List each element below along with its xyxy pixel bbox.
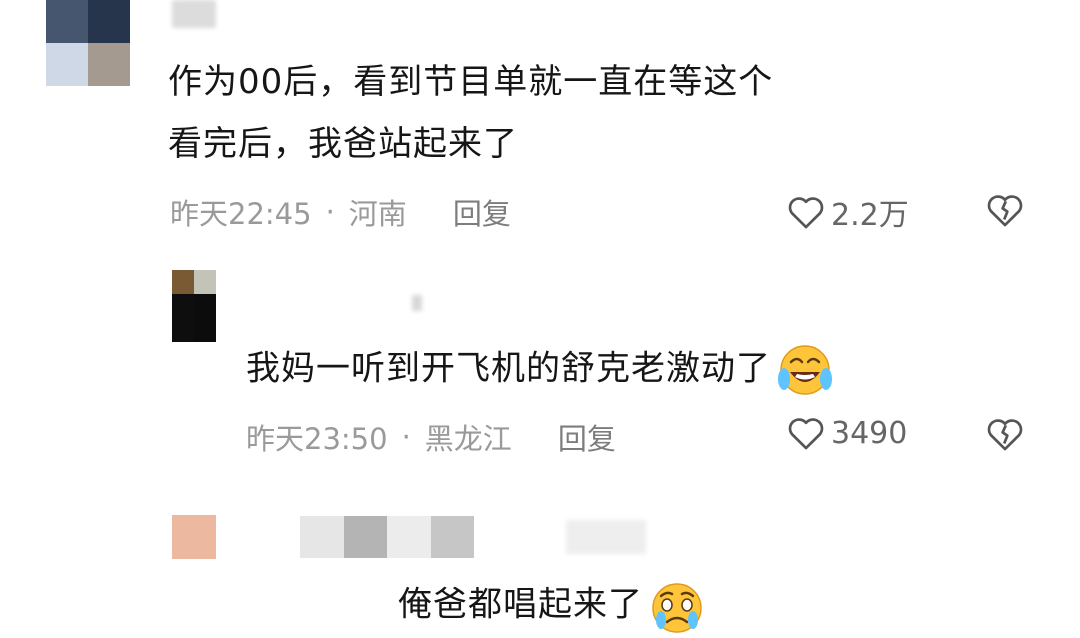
comment-time: 昨天23:50 — [246, 422, 388, 456]
dislike-button[interactable] — [986, 416, 1024, 456]
comment-text: 我妈一听到开飞机的舒克老激动了 — [246, 342, 835, 398]
heart-icon — [788, 197, 824, 229]
comment-time: 昨天22:45 — [170, 197, 312, 231]
reply-button[interactable]: 回复 — [453, 191, 511, 233]
avatar[interactable] — [172, 270, 216, 342]
separator: · — [325, 195, 335, 229]
username[interactable] — [412, 295, 422, 311]
heart-icon — [788, 418, 824, 450]
reply-button[interactable]: 回复 — [558, 416, 616, 458]
comment-text: 俺爸都唱起来了 — [398, 578, 707, 634]
comment-meta: 昨天22:45 · 河南 回复 — [170, 191, 511, 233]
like-count: 2.2万 — [831, 198, 909, 233]
separator: · — [401, 420, 411, 454]
like-count: 3490 — [831, 415, 908, 451]
comment-location: 黑龙江 — [424, 422, 512, 456]
comment-meta: 昨天23:50 · 黑龙江 回复 — [246, 416, 616, 458]
user-tag — [566, 520, 646, 554]
crying-emoji — [652, 583, 702, 633]
comment-text: 作为00后，看到节目单就一直在等这个 — [168, 62, 774, 102]
comment-text: 看完后，我爸站起来了 — [168, 124, 518, 164]
avatar[interactable] — [46, 0, 130, 86]
broken-heart-icon — [987, 195, 1023, 227]
laughing-crying-emoji — [778, 345, 832, 395]
like-button[interactable]: 2.2万 — [787, 190, 909, 234]
username[interactable] — [172, 0, 216, 28]
avatar[interactable] — [172, 515, 216, 559]
broken-heart-icon — [987, 419, 1023, 451]
like-button[interactable]: 3490 — [787, 415, 907, 451]
dislike-button[interactable] — [986, 192, 1024, 232]
comment-location: 河南 — [348, 197, 407, 231]
username[interactable] — [300, 516, 474, 558]
